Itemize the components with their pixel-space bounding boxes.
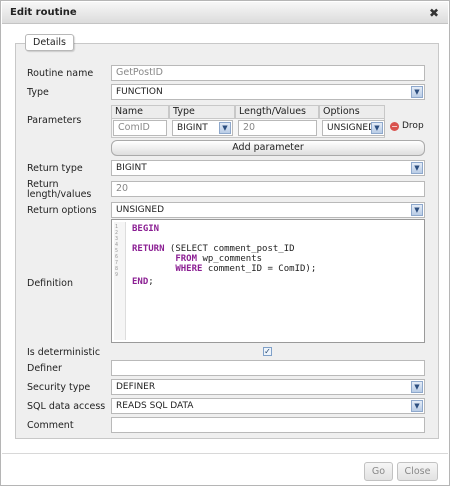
type-select[interactable]: FUNCTION ▼	[111, 84, 425, 100]
security-type-select[interactable]: DEFINER ▼	[111, 379, 425, 395]
param-length-input[interactable]: 20	[238, 120, 317, 136]
return-options-label: Return options	[27, 205, 97, 216]
security-type-value: DEFINER	[116, 382, 156, 392]
param-type-value: BIGINT	[177, 123, 208, 133]
sql-data-access-select[interactable]: READS SQL DATA ▼	[111, 398, 425, 414]
return-type-select[interactable]: BIGINT ▼	[111, 160, 425, 176]
comment-label: Comment	[27, 420, 74, 431]
footer-divider	[2, 453, 448, 454]
code-line: FROM wp_comments	[132, 254, 262, 264]
return-type-label: Return type	[27, 163, 83, 174]
comment-input[interactable]	[111, 417, 425, 433]
param-header-type: Type	[169, 105, 235, 118]
dialog-titlebar[interactable]: Edit routine ✖	[2, 2, 448, 24]
type-label: Type	[27, 87, 49, 98]
edit-routine-dialog: Edit routine ✖ Details Routine name GetP…	[0, 0, 450, 486]
routine-name-label: Routine name	[27, 68, 94, 79]
chevron-down-icon: ▼	[411, 86, 423, 98]
tab-details[interactable]: Details	[25, 34, 74, 51]
param-options-select[interactable]: UNSIGNED ▼	[322, 120, 385, 136]
definer-input[interactable]	[111, 360, 425, 376]
chevron-down-icon: ▼	[411, 162, 423, 174]
code-keyword: WHERE	[132, 264, 203, 274]
param-header-length: Length/Values	[235, 105, 319, 118]
close-icon[interactable]: ✖	[426, 5, 442, 21]
is-deterministic-label: Is deterministic	[27, 347, 101, 358]
param-header-name: Name	[111, 105, 169, 118]
param-name-input[interactable]: ComID	[113, 120, 167, 136]
go-button[interactable]: Go	[364, 462, 393, 481]
return-length-label-line2: length/values	[27, 189, 92, 200]
drop-label: Drop	[402, 121, 424, 131]
code-keyword: FROM	[132, 254, 198, 264]
chevron-down-icon: ▼	[219, 122, 231, 134]
chevron-down-icon: ▼	[411, 400, 423, 412]
return-length-input[interactable]: 20	[111, 181, 425, 197]
param-type-select[interactable]: BIGINT ▼	[172, 120, 233, 136]
drop-parameter-button[interactable]: − Drop	[390, 121, 424, 131]
routine-name-input[interactable]: GetPostID	[111, 65, 425, 81]
definition-code-editor[interactable]: 1 2 3 4 5 6 7 8 9 BEGIN RETURN (SELECT c…	[111, 219, 425, 343]
param-options-value: UNSIGNED	[327, 123, 376, 133]
code-text: wp_comments	[197, 254, 263, 264]
code-text: comment_ID = ComID);	[202, 264, 317, 274]
line-number: 9	[115, 272, 119, 278]
type-select-value: FUNCTION	[116, 87, 163, 97]
chevron-down-icon: ▼	[371, 122, 383, 134]
code-line: WHERE comment_ID = ComID);	[132, 264, 316, 274]
chevron-down-icon: ▼	[411, 381, 423, 393]
code-keyword: RETURN	[132, 244, 165, 254]
code-line: END;	[132, 277, 154, 287]
code-line: RETURN (SELECT comment_post_ID	[132, 244, 295, 254]
return-type-value: BIGINT	[116, 163, 147, 173]
remove-icon: −	[390, 122, 399, 131]
return-options-select[interactable]: UNSIGNED ▼	[111, 202, 425, 218]
sql-data-access-label: SQL data access	[27, 401, 106, 412]
sql-data-access-value: READS SQL DATA	[116, 401, 194, 411]
chevron-down-icon: ▼	[411, 204, 423, 216]
definer-label: Definer	[27, 363, 62, 374]
parameters-label: Parameters	[27, 115, 82, 126]
code-text: (SELECT comment_post_ID	[164, 244, 295, 254]
is-deterministic-checkbox[interactable]: ✓	[263, 347, 272, 356]
code-keyword: END	[132, 277, 149, 287]
return-options-value: UNSIGNED	[116, 205, 165, 215]
close-button[interactable]: Close	[397, 462, 438, 481]
security-type-label: Security type	[27, 382, 91, 393]
add-parameter-button[interactable]: Add parameter	[111, 140, 425, 156]
dialog-title: Edit routine	[10, 7, 77, 18]
code-line: BEGIN	[132, 224, 159, 234]
definition-label: Definition	[27, 278, 74, 289]
code-text: ;	[148, 277, 154, 287]
param-header-options: Options	[319, 105, 385, 118]
code-keyword: BEGIN	[132, 224, 160, 234]
